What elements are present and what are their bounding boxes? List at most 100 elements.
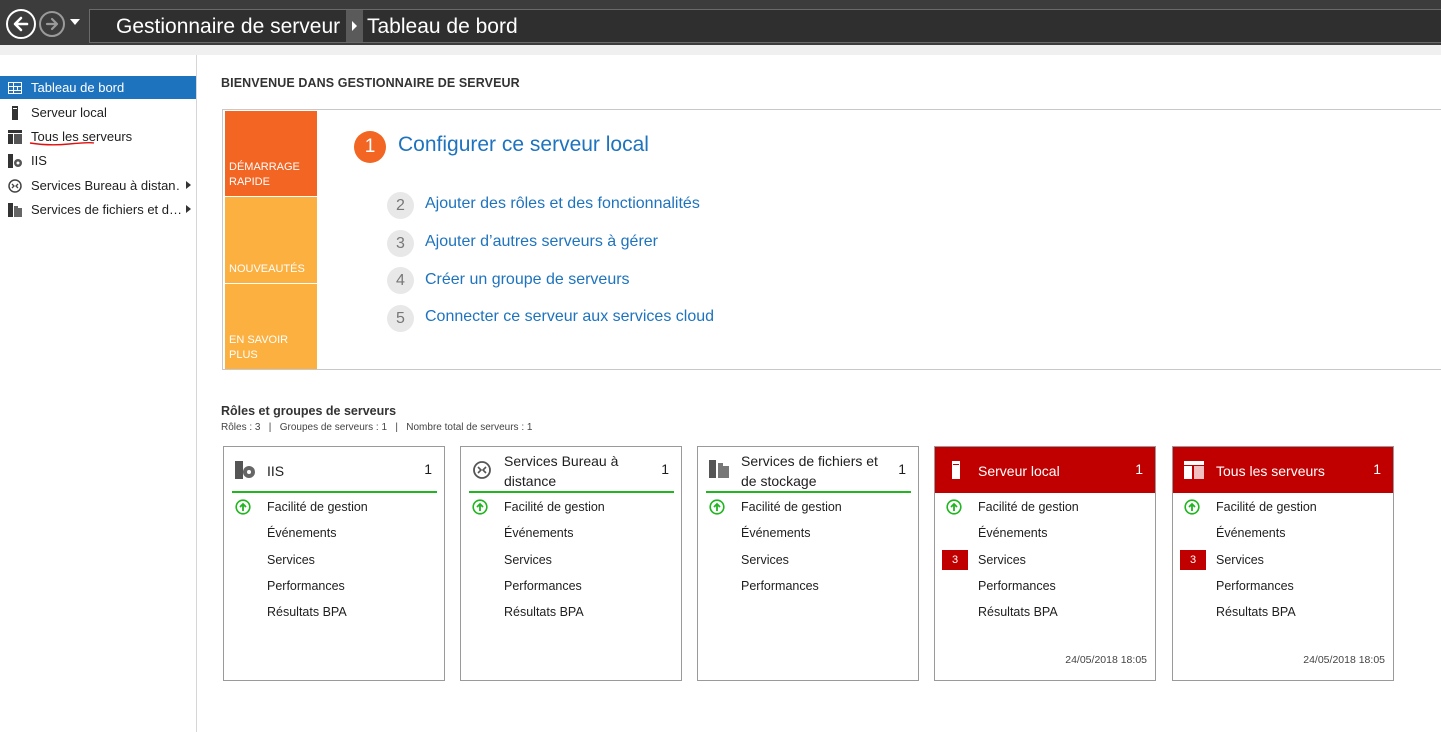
- remote-desktop-icon: [8, 178, 22, 193]
- tile-whats-new[interactable]: NOUVEAUTÉS: [225, 197, 317, 283]
- arrow-left-icon: [13, 16, 29, 32]
- step-number: 1: [354, 131, 386, 163]
- sidebar-item-iis[interactable]: IIS: [0, 149, 196, 172]
- sidebar-item-local-server[interactable]: Serveur local: [0, 101, 196, 124]
- create-server-group-link[interactable]: Créer un groupe de serveurs: [425, 271, 630, 289]
- card-header[interactable]: Tous les serveurs 1: [1173, 447, 1393, 493]
- tile-label: DÉMARRAGE RAPIDE: [229, 161, 300, 188]
- row-services[interactable]: Services: [504, 553, 552, 567]
- status-ok-icon: [1184, 499, 1200, 515]
- role-card-local-server[interactable]: Serveur local 1 Facilité de gestion Évén…: [934, 446, 1156, 681]
- row-events[interactable]: Événements: [1216, 526, 1285, 540]
- roles-section-title: Rôles et groupes de serveurs: [221, 404, 397, 418]
- row-events[interactable]: Événements: [504, 526, 573, 540]
- card-count: 1: [424, 461, 432, 477]
- row-performance[interactable]: Performances: [978, 579, 1056, 593]
- row-services[interactable]: Services: [1216, 553, 1264, 567]
- title-bar: Gestionnaire de serveur Tableau de bord: [0, 0, 1441, 55]
- roles-summary: Rôles : 3 | Groupes de serveurs : 1 | No…: [221, 422, 533, 433]
- server-icon: [8, 105, 22, 120]
- role-card-remote-desktop[interactable]: Services Bureau à distance 1 Facilité de…: [460, 446, 682, 681]
- add-servers-link[interactable]: Ajouter d’autres serveurs à gérer: [425, 233, 658, 251]
- sidebar-item-remote-desktop[interactable]: Services Bureau à distan…: [0, 174, 196, 197]
- card-timestamp: 24/05/2018 18:05: [1303, 654, 1385, 666]
- row-bpa[interactable]: Résultats BPA: [504, 605, 584, 619]
- row-manageability[interactable]: Facilité de gestion: [1216, 500, 1317, 514]
- row-manageability[interactable]: Facilité de gestion: [741, 500, 842, 514]
- row-bpa[interactable]: Résultats BPA: [978, 605, 1058, 619]
- breadcrumb-current: Tableau de bord: [367, 15, 518, 38]
- card-header[interactable]: Services de fichiers et de stockage 1: [698, 447, 918, 493]
- arrow-right-icon: [45, 17, 59, 31]
- forward-button[interactable]: [39, 11, 65, 37]
- role-card-all-servers[interactable]: Tous les serveurs 1 Facilité de gestion …: [1172, 446, 1394, 681]
- expand-arrow-icon[interactable]: [186, 181, 191, 189]
- file-services-icon: [709, 460, 729, 478]
- welcome-title: BIENVENUE DANS GESTIONNAIRE DE SERVEUR: [221, 76, 520, 90]
- card-count: 1: [1373, 461, 1381, 477]
- history-dropdown-icon[interactable]: [70, 19, 80, 25]
- role-card-iis[interactable]: IIS 1 Facilité de gestion Événements Ser…: [223, 446, 445, 681]
- tile-label: EN SAVOIR PLUS: [229, 334, 289, 361]
- sidebar: Tableau de bord Serveur local Tous les s…: [0, 55, 197, 732]
- sidebar-item-label: Services de fichiers et d…: [31, 202, 181, 217]
- tile-learn-more[interactable]: EN SAVOIR PLUS: [225, 284, 317, 369]
- row-services[interactable]: Services: [267, 553, 315, 567]
- status-ok-icon: [235, 499, 251, 515]
- role-card-file-services[interactable]: Services de fichiers et de stockage 1 Fa…: [697, 446, 919, 681]
- status-ok-icon: [709, 499, 725, 515]
- breadcrumb: Gestionnaire de serveur Tableau de bord: [89, 9, 1441, 43]
- status-ok-icon: [472, 499, 488, 515]
- row-events[interactable]: Événements: [741, 526, 810, 540]
- row-manageability[interactable]: Facilité de gestion: [267, 500, 368, 514]
- breadcrumb-root[interactable]: Gestionnaire de serveur: [116, 15, 340, 39]
- row-events[interactable]: Événements: [267, 526, 336, 540]
- navigation-bar: Gestionnaire de serveur Tableau de bord: [0, 0, 1441, 45]
- services-alert-badge[interactable]: 3: [942, 550, 968, 570]
- connect-cloud-link[interactable]: Connecter ce serveur aux services cloud: [425, 308, 714, 326]
- breadcrumb-chevron-icon[interactable]: [346, 10, 363, 42]
- iis-icon: [8, 153, 22, 168]
- row-performance[interactable]: Performances: [504, 579, 582, 593]
- sidebar-item-file-services[interactable]: Services de fichiers et d…: [0, 198, 196, 221]
- sidebar-item-label: Serveur local: [31, 105, 107, 120]
- status-ok-bar: [232, 491, 437, 493]
- row-bpa[interactable]: Résultats BPA: [1216, 605, 1296, 619]
- configure-local-server-link[interactable]: Configurer ce serveur local: [398, 133, 649, 157]
- row-events[interactable]: Événements: [978, 526, 1047, 540]
- servers-icon: [8, 129, 22, 144]
- card-header[interactable]: Services Bureau à distance 1: [461, 447, 681, 493]
- card-count: 1: [1135, 461, 1143, 477]
- status-ok-icon: [946, 499, 962, 515]
- expand-arrow-icon[interactable]: [186, 205, 191, 213]
- step-number: 3: [387, 230, 414, 257]
- sidebar-item-dashboard[interactable]: Tableau de bord: [0, 76, 196, 99]
- tile-quick-start[interactable]: DÉMARRAGE RAPIDE: [225, 111, 317, 196]
- step-number: 5: [387, 305, 414, 332]
- services-alert-badge[interactable]: 3: [1180, 550, 1206, 570]
- card-count: 1: [661, 461, 669, 477]
- back-button[interactable]: [6, 9, 36, 39]
- card-header[interactable]: Serveur local 1: [935, 447, 1155, 493]
- row-manageability[interactable]: Facilité de gestion: [978, 500, 1079, 514]
- card-header[interactable]: IIS 1: [224, 447, 444, 493]
- row-services[interactable]: Services: [741, 553, 789, 567]
- card-count: 1: [898, 461, 906, 477]
- file-services-icon: [8, 202, 22, 217]
- sidebar-item-label: Tableau de bord: [31, 80, 125, 95]
- row-performance[interactable]: Performances: [741, 579, 819, 593]
- sidebar-item-label: Services Bureau à distan…: [31, 178, 181, 193]
- add-roles-link[interactable]: Ajouter des rôles et des fonctionnalités: [425, 195, 700, 213]
- card-title: Tous les serveurs: [1216, 463, 1325, 479]
- card-title: Services Bureau à distance: [504, 453, 619, 489]
- row-performance[interactable]: Performances: [1216, 579, 1294, 593]
- row-performance[interactable]: Performances: [267, 579, 345, 593]
- step-number: 4: [387, 267, 414, 294]
- row-manageability[interactable]: Facilité de gestion: [504, 500, 605, 514]
- card-title: IIS: [267, 463, 285, 479]
- row-bpa[interactable]: Résultats BPA: [267, 605, 347, 619]
- iis-icon: [235, 461, 255, 479]
- servers-icon: [1184, 461, 1204, 479]
- row-services[interactable]: Services: [978, 553, 1026, 567]
- card-title: Serveur local: [978, 463, 1060, 479]
